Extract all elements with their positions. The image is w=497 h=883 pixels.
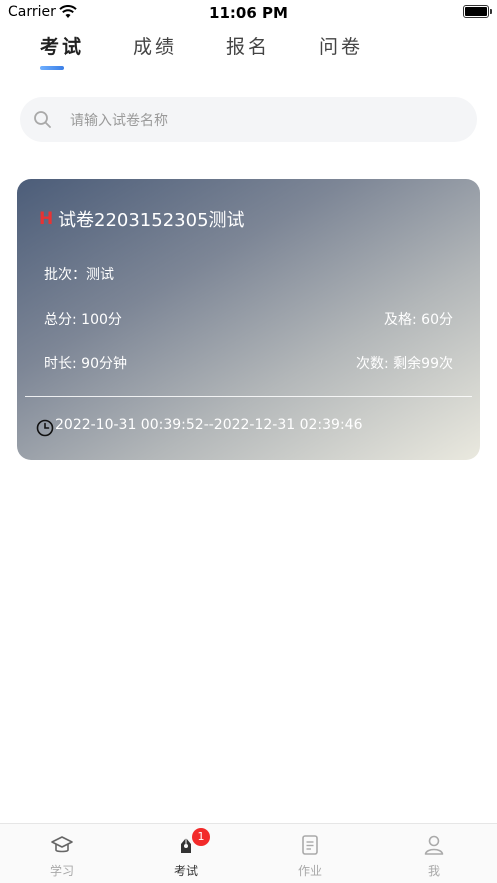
nav-exam-badge: 1 [192,828,210,846]
search-icon [33,110,53,134]
tab-scores[interactable]: 成绩 [133,32,177,59]
card-divider [25,396,472,397]
status-bar: Carrier 11:06 PM [0,0,497,26]
clock-icon [36,419,54,441]
tab-exam[interactable]: 考试 [40,32,84,59]
exam-title: 试卷2203152305测试 [58,210,245,231]
user-icon [422,833,446,861]
status-time: 11:06 PM [209,4,288,22]
active-tab-indicator [40,66,64,70]
exam-type-badge: H [39,209,54,229]
nav-label-me: 我 [427,864,440,878]
graduation-cap-icon [50,833,74,861]
tab-bar: 考试 成绩 报名 问卷 [0,32,497,72]
nav-item-exam[interactable]: 1 考试 [124,824,248,883]
tab-registration[interactable]: 报名 [226,32,270,59]
search-input[interactable] [68,97,462,144]
exam-total-score: 总分: 100分 [44,312,122,328]
nav-item-homework[interactable]: 作业 [248,824,372,883]
search-bar[interactable] [20,97,477,144]
exam-attempts: 次数: 剩余99次 [356,356,453,372]
tab-survey[interactable]: 问卷 [319,32,363,59]
bottom-nav: 学习 1 考试 作业 我 [0,823,497,883]
nav-item-study[interactable]: 学习 [0,824,124,883]
document-icon [298,833,322,861]
battery-icon [463,5,492,18]
nav-label-homework: 作业 [297,864,322,878]
nav-item-me[interactable]: 我 [372,824,496,883]
nav-label-study: 学习 [49,864,74,878]
exam-date-range: 2022-10-31 00:39:52--2022-12-31 02:39:46 [55,417,363,433]
exam-duration: 时长: 90分钟 [44,356,127,372]
nav-label-exam: 考试 [173,864,198,878]
exam-card[interactable]: H 试卷2203152305测试 批次：测试 总分: 100分 及格: 60分 … [17,179,480,460]
exam-batch: 批次：测试 [44,267,114,283]
exam-pass-score: 及格: 60分 [384,312,453,328]
